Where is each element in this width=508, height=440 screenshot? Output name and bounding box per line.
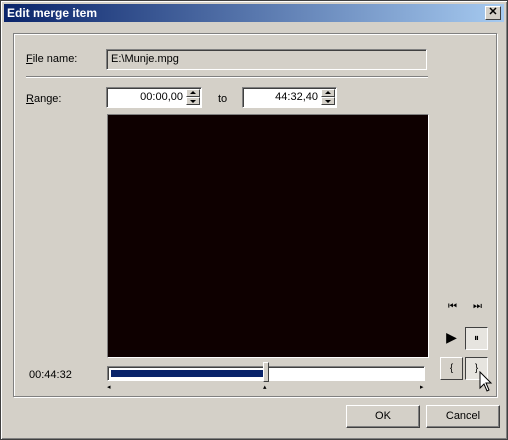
spin-up-icon[interactable] — [186, 89, 200, 97]
skip-back-icon[interactable]: ⏮ — [441, 296, 464, 319]
file-name-label: File name: — [26, 53, 78, 65]
edit-merge-item-dialog: Edit merge item ✕ File name: E:\Munje.mp… — [0, 0, 508, 440]
timeline-thumb[interactable] — [263, 362, 269, 382]
skip-forward-icon[interactable]: ⏭ — [466, 296, 489, 319]
title-bar: Edit merge item ✕ — [4, 4, 504, 22]
separator — [26, 76, 428, 78]
spin-down-icon[interactable] — [186, 97, 200, 105]
video-preview — [107, 114, 429, 358]
range-label: Range: — [26, 93, 62, 105]
range-to-label: to — [218, 93, 228, 105]
tick-marker-icon: ▴ — [263, 384, 267, 391]
range-end-spinner[interactable]: 44:32,40 — [242, 87, 337, 108]
cancel-button[interactable]: Cancel — [426, 405, 500, 428]
range-start-spinner[interactable]: 00:00,00 — [106, 87, 202, 108]
window-title: Edit merge item — [7, 6, 98, 20]
close-icon[interactable]: ✕ — [485, 6, 501, 20]
spin-up-icon[interactable] — [321, 89, 335, 97]
play-icon[interactable]: ▶ — [440, 327, 463, 350]
tick-start-icon: ◂ — [107, 384, 111, 391]
current-time-label: 00:44:32 — [29, 369, 72, 381]
range-end-value: 44:32,40 — [275, 91, 318, 103]
range-start-value: 00:00,00 — [140, 91, 183, 103]
tick-end-icon: ▸ — [420, 384, 424, 391]
mouse-pointer-icon — [479, 371, 493, 392]
file-name-field[interactable]: E:\Munje.mpg — [106, 49, 427, 70]
mark-in-icon[interactable]: { — [440, 357, 463, 380]
timeline-fill — [111, 370, 263, 377]
ok-button[interactable]: OK — [346, 405, 420, 428]
spin-down-icon[interactable] — [321, 97, 335, 105]
pause-icon[interactable]: ⏸ — [465, 327, 488, 350]
